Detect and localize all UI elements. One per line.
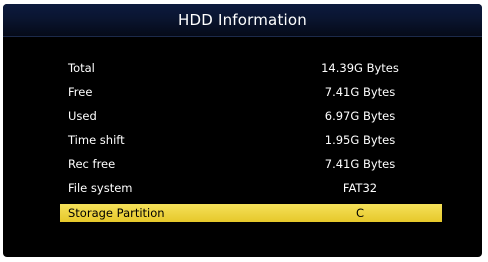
info-label-time-shift: Time shift [68,133,125,147]
info-row-used[interactable]: Used 6.97G Bytes [60,107,442,125]
info-value-total: 14.39G Bytes [321,61,399,75]
info-row-storage-partition[interactable]: Storage Partition C [60,204,442,222]
info-row-time-shift[interactable]: Time shift 1.95G Bytes [60,131,442,149]
info-value-time-shift: 1.95G Bytes [324,133,396,147]
hdd-information-dialog: HDD Information Total 14.39G Bytes Free … [3,4,482,257]
info-label-free: Free [68,85,93,99]
info-value-free: 7.41G Bytes [324,85,396,99]
info-label-total: Total [68,61,95,75]
info-label-file-system: File system [68,181,133,195]
info-row-rec-free[interactable]: Rec free 7.41G Bytes [60,155,442,173]
info-label-rec-free: Rec free [68,157,116,171]
info-value-used: 6.97G Bytes [324,109,396,123]
info-row-file-system[interactable]: File system FAT32 [60,179,442,197]
screen: HDD Information Total 14.39G Bytes Free … [0,0,488,262]
title-bar: HDD Information [3,4,482,37]
info-value-file-system: FAT32 [342,181,378,195]
info-row-total[interactable]: Total 14.39G Bytes [60,59,442,77]
info-value-storage-partition: C [355,206,365,220]
dialog-title: HDD Information [178,11,307,29]
info-value-rec-free: 7.41G Bytes [324,157,396,171]
info-label-storage-partition: Storage Partition [68,206,165,220]
info-label-used: Used [68,109,97,123]
info-row-free[interactable]: Free 7.41G Bytes [60,83,442,101]
